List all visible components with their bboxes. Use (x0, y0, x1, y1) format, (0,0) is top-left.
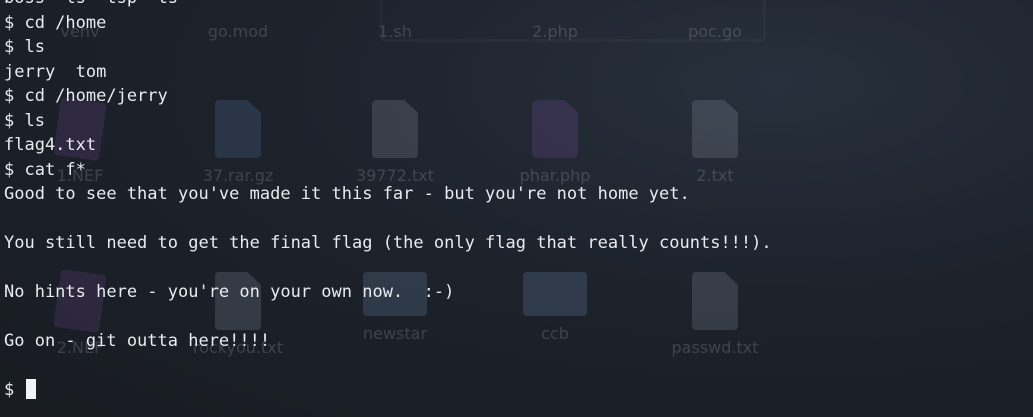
terminal-line: $ cat f* (4, 159, 86, 180)
terminal-prompt-line[interactable]: $ (4, 378, 1033, 403)
shell-prompt: $ (4, 380, 25, 400)
terminal-line: $ cd /home (4, 12, 107, 33)
terminal-line: No hints here - you're on your own now. … (4, 282, 455, 302)
terminal-line: flag4.txt (4, 135, 97, 155)
terminal-line: You still need to get the final flag (th… (4, 233, 772, 253)
terminal-line: boss ls tsp ts (4, 0, 1033, 11)
desktop-screen: venv go.mod 1.sh 2.php poc.go 1.NEF 37.r… (0, 0, 1033, 417)
terminal-line: $ ls (4, 110, 45, 131)
terminal-line: $ ls (4, 37, 45, 57)
terminal-line: $ cd /home/jerry (4, 86, 168, 106)
terminal-line: Go on - git outta here!!!! (4, 331, 271, 351)
terminal-line: jerry tom (4, 61, 107, 82)
terminal-output[interactable]: boss ls tsp ts $ cd /home $ ls jerry tom… (0, 0, 1033, 417)
terminal-cursor (26, 379, 37, 399)
terminal-line: Good to see that you've made it this far… (4, 184, 690, 204)
